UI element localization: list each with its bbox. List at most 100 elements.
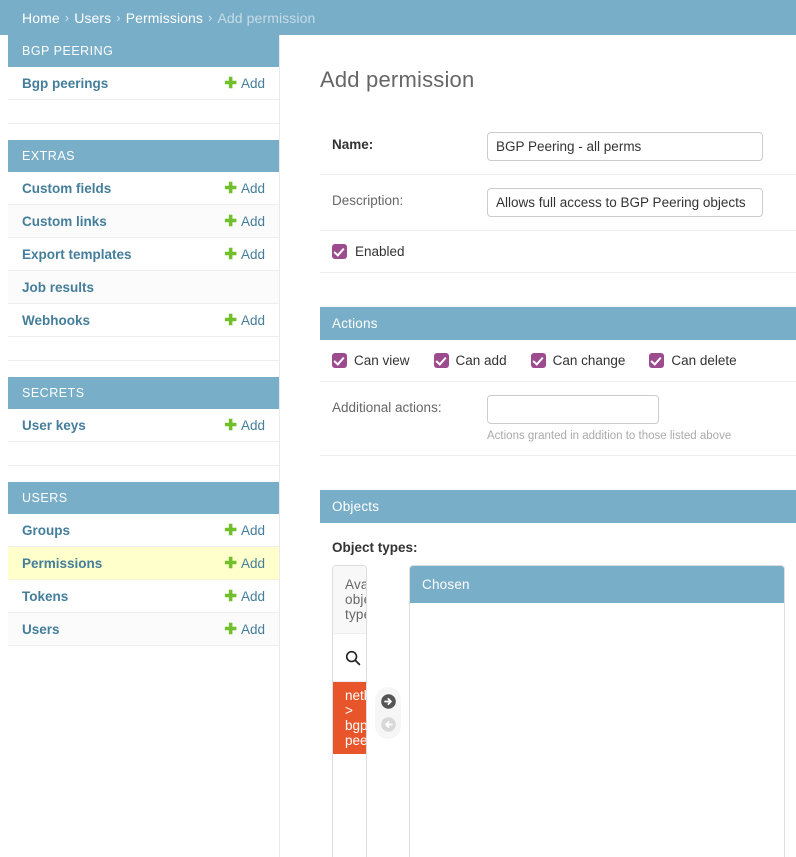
- description-input[interactable]: [487, 188, 763, 217]
- plus-icon: ✚: [224, 620, 237, 638]
- sidebar-item-export-templates[interactable]: Export templates ✚ Add: [8, 238, 279, 271]
- search-icon: [345, 650, 361, 666]
- sidebar-add-bgp-peerings[interactable]: ✚ Add: [224, 76, 265, 91]
- sidebar-add-users[interactable]: ✚ Add: [224, 622, 265, 637]
- sidebar-caption-bgp-peering: BGP PEERING: [8, 35, 279, 67]
- sidebar-module-users: USERS Groups ✚ Add Permissions ✚ Add Tok…: [8, 482, 279, 646]
- action-can-add[interactable]: Can add: [433, 353, 507, 368]
- sidebar-add-label: Add: [240, 75, 265, 91]
- form-row-name: Name:: [320, 119, 796, 175]
- enabled-label: Enabled: [355, 244, 405, 259]
- actions-heading: Actions: [320, 307, 796, 340]
- plus-icon: ✚: [224, 521, 237, 539]
- list-item[interactable]: netbox_bgppeering > bgp peering: [333, 682, 366, 754]
- sidebar-add-custom-fields[interactable]: ✚ Add: [224, 181, 265, 196]
- available-options-list[interactable]: netbox_bgppeering > bgp peering: [333, 682, 366, 754]
- sidebar-add-groups[interactable]: ✚ Add: [224, 523, 265, 538]
- breadcrumb-item-home[interactable]: Home: [22, 10, 60, 26]
- sidebar-spacer: [8, 442, 279, 466]
- action-can-delete[interactable]: Can delete: [649, 353, 737, 368]
- enabled-checkbox[interactable]: [332, 244, 347, 259]
- can-add-checkbox[interactable]: [433, 353, 449, 368]
- can-change-label: Can change: [552, 353, 626, 368]
- breadcrumb-item-permissions[interactable]: Permissions: [126, 10, 203, 26]
- sidebar-link-custom-links[interactable]: Custom links: [22, 214, 107, 229]
- sidebar-link-job-results[interactable]: Job results: [22, 280, 94, 295]
- available-object-types-title: Available object types ?: [333, 566, 366, 634]
- sidebar-link-bgp-peerings[interactable]: Bgp peerings: [22, 76, 108, 91]
- available-object-types-box: Available object types ?: [332, 565, 367, 857]
- sidebar-add-label: Add: [240, 180, 265, 196]
- can-view-label: Can view: [354, 353, 410, 368]
- sidebar-module-secrets: SECRETS User keys ✚ Add: [8, 377, 279, 466]
- main-content: Add permission Name: Description: Enable…: [281, 35, 796, 857]
- sidebar-add-label: Add: [240, 312, 265, 328]
- sidebar-add-label: Add: [240, 555, 265, 571]
- additional-actions-help: Actions granted in addition to those lis…: [487, 430, 732, 442]
- sidebar-add-user-keys[interactable]: ✚ Add: [224, 418, 265, 433]
- sidebar-item-users[interactable]: Users ✚ Add: [8, 613, 279, 646]
- form-module-actions: Actions Can view Can add Can change Can …: [320, 307, 796, 456]
- breadcrumb: Home › Users › Permissions › Add permiss…: [0, 0, 796, 35]
- sidebar-item-job-results[interactable]: Job results: [8, 271, 279, 304]
- can-change-checkbox[interactable]: [530, 353, 546, 368]
- breadcrumb-item-users[interactable]: Users: [74, 10, 111, 26]
- object-types-selector: Available object types ?: [332, 565, 785, 857]
- sidebar-link-export-templates[interactable]: Export templates: [22, 247, 132, 262]
- module-gap: [281, 456, 796, 490]
- sidebar-add-tokens[interactable]: ✚ Add: [224, 589, 265, 604]
- action-can-view[interactable]: Can view: [332, 353, 410, 368]
- sidebar-item-permissions[interactable]: Permissions ✚ Add: [8, 547, 279, 580]
- add-arrow-icon[interactable]: [380, 693, 397, 710]
- sidebar-link-permissions[interactable]: Permissions: [22, 556, 102, 571]
- sidebar-item-custom-fields[interactable]: Custom fields ✚ Add: [8, 172, 279, 205]
- remove-arrow-icon[interactable]: [380, 716, 397, 733]
- sidebar-caption-users: USERS: [8, 482, 279, 514]
- sidebar-item-tokens[interactable]: Tokens ✚ Add: [8, 580, 279, 613]
- available-filter-row: [333, 634, 366, 682]
- additional-actions-input[interactable]: [487, 395, 659, 424]
- plus-icon: ✚: [224, 245, 237, 263]
- can-view-checkbox[interactable]: [332, 353, 347, 368]
- selector-chooser: [375, 687, 401, 739]
- description-label: Description:: [332, 193, 404, 208]
- plus-icon: ✚: [224, 212, 237, 230]
- sidebar-item-user-keys[interactable]: User keys ✚ Add: [8, 409, 279, 442]
- sidebar-link-custom-fields[interactable]: Custom fields: [22, 181, 111, 196]
- page-title: Add permission: [320, 67, 475, 92]
- objects-body: Object types: Available object types ?: [320, 523, 796, 857]
- sidebar-add-label: Add: [240, 588, 265, 604]
- sidebar-link-tokens[interactable]: Tokens: [22, 589, 68, 604]
- name-input[interactable]: [487, 132, 763, 161]
- sidebar-link-user-keys[interactable]: User keys: [22, 418, 86, 433]
- plus-icon: ✚: [224, 416, 237, 434]
- sidebar-item-bgp-peerings[interactable]: Bgp peerings ✚ Add: [8, 67, 279, 100]
- name-label: Name:: [332, 137, 374, 152]
- sidebar-spacer: [8, 337, 279, 361]
- plus-icon: ✚: [224, 179, 237, 197]
- sidebar: BGP PEERING Bgp peerings ✚ Add EXTRAS Cu…: [8, 35, 280, 857]
- sidebar-item-webhooks[interactable]: Webhooks ✚ Add: [8, 304, 279, 337]
- additional-actions-label: Additional actions:: [332, 400, 442, 415]
- can-delete-checkbox[interactable]: [649, 353, 665, 368]
- sidebar-add-label: Add: [240, 522, 265, 538]
- sidebar-add-permissions[interactable]: ✚ Add: [224, 556, 265, 571]
- sidebar-add-export-templates[interactable]: ✚ Add: [224, 247, 265, 262]
- available-title-text: Available object types: [345, 577, 366, 622]
- form-module-basic: Name: Description: Enabled: [320, 119, 796, 273]
- sidebar-link-webhooks[interactable]: Webhooks: [22, 313, 90, 328]
- sidebar-link-groups[interactable]: Groups: [22, 523, 70, 538]
- sidebar-add-webhooks[interactable]: ✚ Add: [224, 313, 265, 328]
- form-module-objects: Objects Object types: Available object t…: [320, 490, 796, 857]
- sidebar-add-custom-links[interactable]: ✚ Add: [224, 214, 265, 229]
- breadcrumb-separator: ›: [116, 10, 121, 25]
- sidebar-link-users[interactable]: Users: [22, 622, 60, 637]
- breadcrumb-separator: ›: [208, 10, 213, 25]
- breadcrumb-item-current: Add permission: [217, 9, 316, 26]
- sidebar-item-custom-links[interactable]: Custom links ✚ Add: [8, 205, 279, 238]
- module-gap: [281, 273, 796, 307]
- sidebar-item-groups[interactable]: Groups ✚ Add: [8, 514, 279, 547]
- form-row-enabled: Enabled: [320, 231, 796, 273]
- action-can-change[interactable]: Can change: [530, 353, 626, 368]
- sidebar-add-label: Add: [240, 621, 265, 637]
